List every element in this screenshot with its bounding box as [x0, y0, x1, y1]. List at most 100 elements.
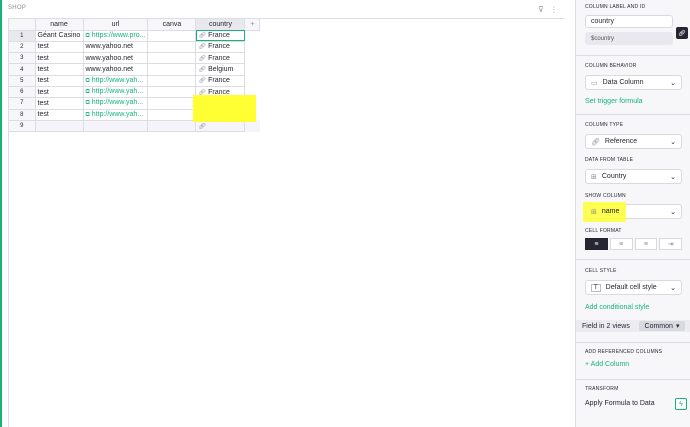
cell-style-header: CELL STYLE: [585, 268, 617, 274]
table-row: 1 Géant Casino ⧉ https://www.pro... 🔗︎ France: [9, 30, 260, 42]
cell-canva[interactable]: [147, 41, 197, 54]
cell-name[interactable]: [35, 120, 84, 133]
row-number[interactable]: 7: [9, 97, 36, 110]
add-referenced-columns-header: ADD REFERENCED COLUMNS: [585, 349, 663, 355]
column-header-url[interactable]: url: [83, 19, 149, 31]
cell-name[interactable]: test: [35, 52, 84, 65]
data-from-table-value: Country: [601, 173, 627, 180]
header-row: name url canva country +: [9, 19, 261, 31]
column-label-header: COLUMN LABEL AND ID: [585, 4, 646, 10]
country-cells-highlight: [193, 95, 256, 122]
align-left-icon[interactable]: ≡: [585, 238, 608, 250]
cell-blank: [245, 64, 260, 75]
cell-url-text: http://www.yah...: [91, 110, 144, 118]
chevron-down-icon: ⌄: [670, 208, 676, 216]
cell-canva[interactable]: [147, 97, 197, 110]
row-number[interactable]: 4: [9, 63, 36, 76]
text-style-icon: T: [591, 283, 601, 292]
column-behavior-select[interactable]: ▭ Data Column ⌄: [585, 75, 682, 90]
cell-name[interactable]: test: [35, 75, 84, 87]
apply-formula-label: Apply Formula to Data: [585, 400, 655, 407]
add-conditional-style-link[interactable]: Add conditional style: [585, 304, 649, 311]
cell-country-text: France: [208, 43, 230, 51]
add-column-button[interactable]: +: [244, 19, 261, 31]
link-id-icon[interactable]: 🔗︎: [676, 27, 688, 39]
external-link-icon[interactable]: ⧉: [86, 100, 90, 106]
cell-canva[interactable]: [147, 30, 197, 42]
row-number[interactable]: 1: [9, 30, 36, 42]
divider: [576, 342, 690, 343]
column-id-input[interactable]: $country: [585, 32, 673, 45]
cell-canva[interactable]: [147, 52, 197, 65]
more-icon[interactable]: ⋮: [550, 6, 558, 14]
row-number[interactable]: 9: [9, 120, 36, 133]
data-column-icon: ▭: [591, 79, 598, 87]
row-number[interactable]: 3: [9, 52, 36, 65]
external-link-icon[interactable]: ⧉: [86, 112, 90, 118]
cell-style-value: Default cell style: [605, 284, 657, 291]
external-link-icon[interactable]: ⧉: [86, 78, 90, 84]
table-row: 4 test www.yahoo.net 🔗︎ Belgium: [9, 63, 260, 76]
cell-country[interactable]: 🔗︎France: [195, 30, 246, 42]
reference-link-icon: 🔗︎: [591, 138, 600, 146]
wrap-text-icon[interactable]: ⇥: [659, 238, 682, 250]
external-link-icon[interactable]: ⧉: [86, 33, 90, 39]
cell-url[interactable]: ⧉ http://www.yah...: [83, 109, 149, 121]
cell-name[interactable]: test: [35, 63, 84, 76]
external-link-icon[interactable]: ⧉: [86, 89, 90, 95]
cell-country[interactable]: 🔗︎ Belgium: [195, 63, 246, 76]
cell-url[interactable]: ⧉ http://www.yah...: [83, 86, 149, 99]
column-type-select[interactable]: 🔗︎ Reference ⌄: [585, 134, 682, 149]
cell-url[interactable]: www.yahoo.net: [83, 63, 149, 76]
cell-url[interactable]: www.yahoo.net: [83, 52, 149, 65]
data-grid: name url canva country + 1 Géant Casino ⧉ h…: [8, 18, 565, 427]
common-settings-button[interactable]: Common ▾: [639, 321, 685, 331]
add-column-link[interactable]: + Add Column: [585, 361, 629, 368]
align-center-icon[interactable]: ≡: [609, 238, 633, 250]
cell-name[interactable]: test: [35, 41, 84, 54]
cell-url[interactable]: [83, 120, 149, 133]
cell-url[interactable]: ⧉ https://www.pro...: [83, 30, 149, 42]
cell-country[interactable]: 🔗︎France: [195, 52, 246, 65]
chevron-down-icon: ⌄: [670, 79, 676, 87]
cell-url[interactable]: ⧉ http://www.yah...: [83, 75, 149, 87]
row-number[interactable]: 2: [9, 41, 36, 54]
cell-country[interactable]: 🔗︎France: [195, 75, 246, 87]
align-right-icon[interactable]: ≡: [634, 238, 658, 250]
cell-style-select[interactable]: T Default cell style ⌄: [585, 280, 682, 295]
cell-url[interactable]: ⧉ http://www.yah...: [83, 97, 149, 110]
column-label-input[interactable]: country: [585, 15, 673, 28]
table-icon: ⊞: [591, 208, 597, 216]
table-row: 9 🔗︎: [9, 120, 260, 133]
row-header-corner[interactable]: [9, 19, 36, 31]
cell-country[interactable]: 🔗︎France: [195, 41, 246, 54]
lightning-icon[interactable]: ϟ: [675, 398, 687, 410]
cell-canva[interactable]: [147, 120, 197, 133]
chevron-down-icon: ⌄: [670, 138, 676, 146]
cell-name[interactable]: Géant Casino: [35, 30, 84, 42]
cell-url[interactable]: www.yahoo.net: [83, 41, 149, 54]
column-header-country[interactable]: country: [195, 19, 246, 31]
row-number[interactable]: 8: [9, 109, 36, 121]
cell-country-text: France: [208, 32, 230, 40]
cell-canva[interactable]: [147, 109, 197, 121]
cell-canva[interactable]: [147, 75, 197, 87]
cell-blank: [244, 120, 260, 132]
column-id-value: $country: [591, 35, 615, 42]
cell-canva[interactable]: [147, 86, 197, 99]
row-number[interactable]: 6: [9, 86, 36, 99]
data-from-table-select[interactable]: ⊞ Country ⌄: [585, 169, 682, 184]
reference-link-icon: 🔗︎: [198, 123, 207, 130]
row-number[interactable]: 5: [9, 75, 36, 87]
cell-name[interactable]: test: [35, 86, 84, 99]
cell-canva[interactable]: [147, 63, 197, 76]
sort-filter-icon[interactable]: ⊽: [538, 6, 544, 14]
cell-name[interactable]: test: [35, 97, 84, 110]
transform-header: TRANSFORM: [585, 386, 619, 392]
cell-country[interactable]: 🔗︎: [195, 120, 246, 133]
column-header-name[interactable]: name: [35, 19, 84, 31]
cell-name[interactable]: test: [35, 109, 84, 121]
column-header-canva[interactable]: canva: [147, 19, 197, 31]
cell-country-text: France: [208, 54, 230, 62]
set-trigger-formula-link[interactable]: Set trigger formula: [585, 98, 643, 105]
